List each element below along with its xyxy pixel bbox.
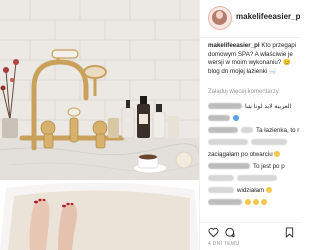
- bathtub-photo-illustration: [0, 0, 199, 250]
- post-photo[interactable]: [0, 0, 199, 250]
- comment-row: [208, 114, 300, 123]
- comment-row: widziałam: [208, 186, 300, 195]
- comment-text: العربية لابد لونا شا: [245, 103, 292, 110]
- heart-eyes-emoji-icon: [253, 199, 259, 206]
- heart-eyes-emoji-icon: [261, 199, 267, 206]
- caption-text-4: blog dn mojej łazienki 🛁: [208, 67, 277, 75]
- heart-icon[interactable]: [208, 227, 219, 238]
- blurred-username: [208, 115, 230, 122]
- avatar[interactable]: [208, 6, 232, 30]
- instagram-post: makelifeeasier_pl makelifeeasier_pl Kto …: [0, 0, 300, 250]
- post-header: makelifeeasier_pl: [200, 0, 300, 38]
- comments-section: makelifeeasier_pl Kto przegapi domowym S…: [200, 40, 300, 220]
- post-actions-bar: [200, 222, 300, 240]
- blurred-username: [208, 103, 242, 110]
- comment-row: [208, 174, 300, 183]
- blurred-text: [208, 187, 234, 194]
- smile-emoji-icon: [265, 187, 272, 194]
- comment-text: zaciągałam po otwarciu: [208, 151, 273, 158]
- load-more-comments-link[interactable]: Załaduj więcej komentarzy: [208, 89, 279, 95]
- comment-row: zaciągałam po otwarciu: [208, 150, 300, 159]
- comment-text: widziałam: [237, 187, 265, 194]
- caption-text-1: Kto przegapi: [261, 42, 297, 49]
- blurred-username: [208, 163, 250, 170]
- avatar-face: [216, 11, 223, 19]
- caption-first-line: makelifeeasier_pl Kto przegapi: [208, 42, 300, 51]
- comment-text: To jest po p: [253, 163, 285, 170]
- blurred-text: [237, 175, 277, 182]
- comment-row: [208, 138, 300, 147]
- post-caption: makelifeeasier_pl Kto przegapi domowym S…: [208, 42, 300, 76]
- header-username[interactable]: makelifeeasier_pl: [236, 12, 300, 21]
- comment-row: [208, 198, 300, 207]
- blue-heart-emoji-icon: [233, 115, 239, 122]
- comment-row: العربية لابد لونا شا: [208, 102, 300, 111]
- blurred-text: [208, 175, 234, 182]
- blurred-username: [208, 127, 238, 134]
- comment-row: Ta łazienka, to r: [208, 126, 300, 135]
- bookmark-icon[interactable]: [284, 227, 295, 238]
- caption-username[interactable]: makelifeeasier_pl: [208, 42, 260, 49]
- blurred-text: [208, 139, 248, 146]
- blurred-text: [251, 139, 287, 146]
- smile-emoji-icon: [274, 151, 281, 158]
- blurred-username: [208, 199, 242, 206]
- comment-row: To jest po p: [208, 162, 300, 171]
- post-sidebar: makelifeeasier_pl makelifeeasier_pl Kto …: [199, 0, 300, 250]
- caption-text-3: wersji w moim wykonaniu? 😊: [208, 59, 291, 67]
- blurred-text: [241, 127, 253, 134]
- post-date: 4 DNI TEMU: [208, 241, 240, 247]
- comment-icon[interactable]: [224, 227, 235, 238]
- heart-eyes-emoji-icon: [245, 199, 251, 206]
- comment-text: Ta łazienka, to r: [256, 127, 300, 134]
- caption-text-2: domowym SPA? A właściwie je: [208, 50, 293, 58]
